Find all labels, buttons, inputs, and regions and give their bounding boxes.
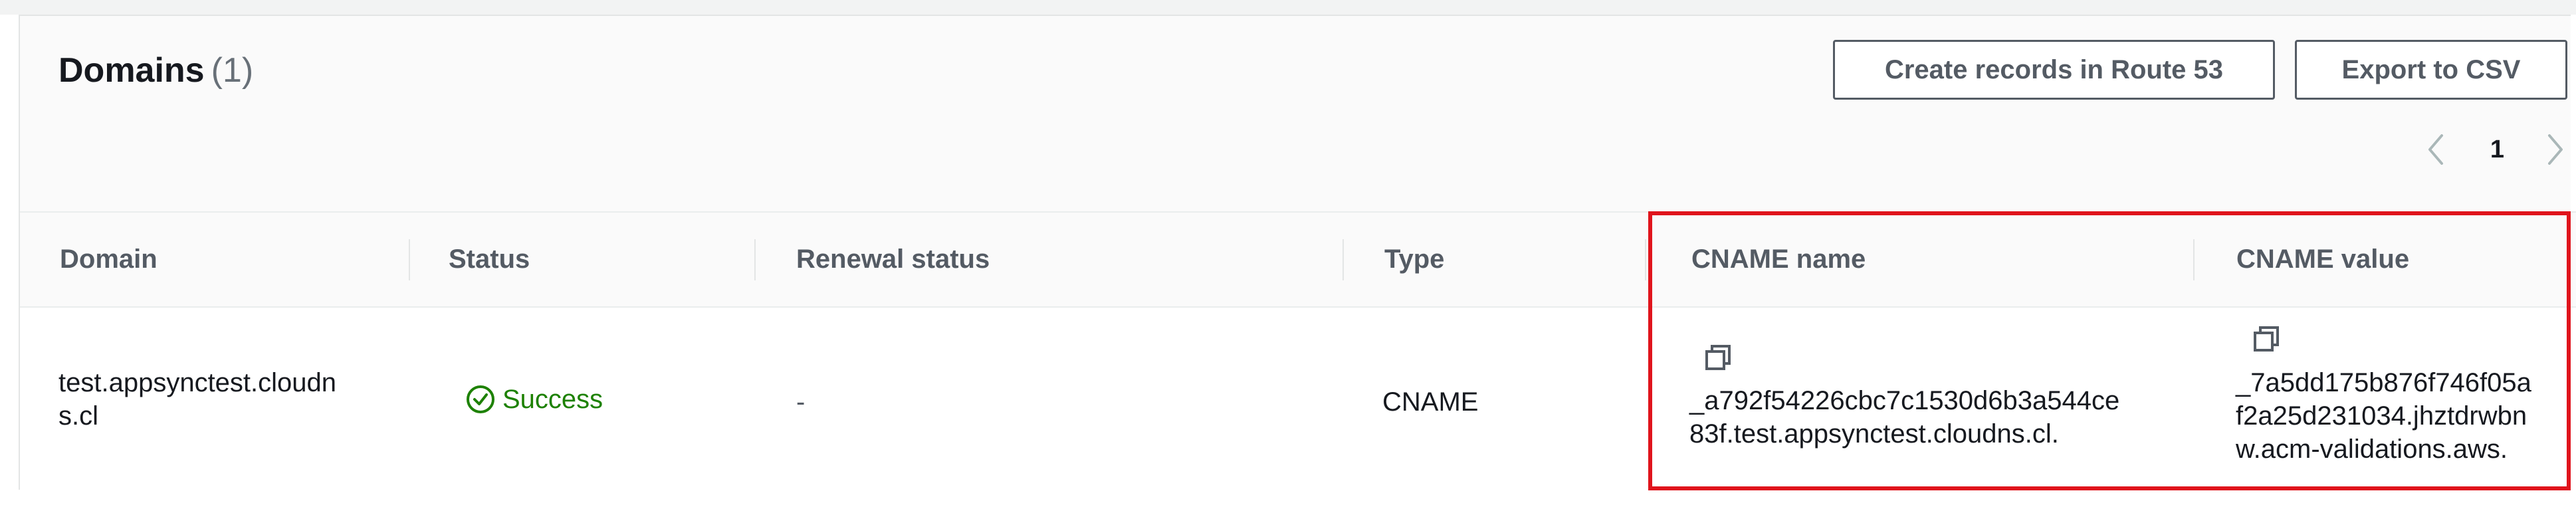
copy-icon[interactable] (1703, 342, 1733, 373)
title-text: Domains (58, 51, 205, 90)
status-text: Success (502, 384, 603, 414)
chevron-right-icon (2548, 134, 2563, 165)
cname-name-cell[interactable]: _a792f54226cbc7c1530d6b3a544ce 83f.test.… (1689, 384, 2119, 451)
column-header-type[interactable]: Type (1384, 213, 1444, 306)
page-background-top (0, 0, 2576, 15)
table-header: Domain Status Renewal status Type CNAME … (20, 211, 2576, 308)
cname-value-line: f2a25d231034.jhztdrwbn (2236, 401, 2527, 431)
pagination-next-button[interactable] (2539, 126, 2572, 173)
domain-text-line: s.cl (58, 401, 98, 431)
column-header-cname-value[interactable]: CNAME value (2236, 213, 2409, 306)
copy-icon[interactable] (2251, 324, 2282, 354)
column-header-status[interactable]: Status (449, 213, 530, 306)
cname-name-line: 83f.test.appsynctest.cloudns.cl. (1689, 419, 2059, 449)
domain-text-line: test.appsynctest.cloudn (58, 368, 337, 397)
pagination-prev-button[interactable] (2419, 126, 2452, 173)
create-records-route53-button[interactable]: Create records in Route 53 (1833, 40, 2275, 100)
chevron-left-icon (2428, 134, 2443, 165)
table-row: test.appsynctest.cloudn s.cl Success - C… (20, 308, 2576, 490)
column-divider[interactable] (754, 239, 756, 280)
pagination-current-page[interactable]: 1 (2482, 126, 2512, 173)
cname-value-line: w.acm-validations.aws. (2236, 435, 2508, 464)
cname-value-line: _7a5dd175b876f746f05a (2236, 368, 2531, 397)
cname-name-line: _a792f54226cbc7c1530d6b3a544ce (1689, 386, 2120, 415)
status-badge: Success (465, 384, 603, 415)
column-header-renewal-status[interactable]: Renewal status (796, 213, 990, 306)
cname-value-cell[interactable]: _7a5dd175b876f746f05a f2a25d231034.jhztd… (2236, 366, 2531, 466)
check-circle-icon (467, 385, 494, 413)
type-cell: CNAME (1382, 387, 1479, 417)
domain-count: (1) (211, 51, 254, 90)
column-header-cname-name[interactable]: CNAME name (1691, 213, 1866, 306)
page-title: Domains (1) (58, 49, 253, 92)
column-divider[interactable] (1645, 239, 1646, 280)
column-divider[interactable] (409, 239, 410, 280)
column-divider[interactable] (2193, 239, 2195, 280)
column-header-domain[interactable]: Domain (60, 213, 158, 306)
renewal-status-cell: - (796, 387, 805, 417)
column-divider[interactable] (1342, 239, 1344, 280)
export-csv-button[interactable]: Export to CSV (2295, 40, 2567, 100)
domain-cell: test.appsynctest.cloudn s.cl (58, 366, 336, 433)
